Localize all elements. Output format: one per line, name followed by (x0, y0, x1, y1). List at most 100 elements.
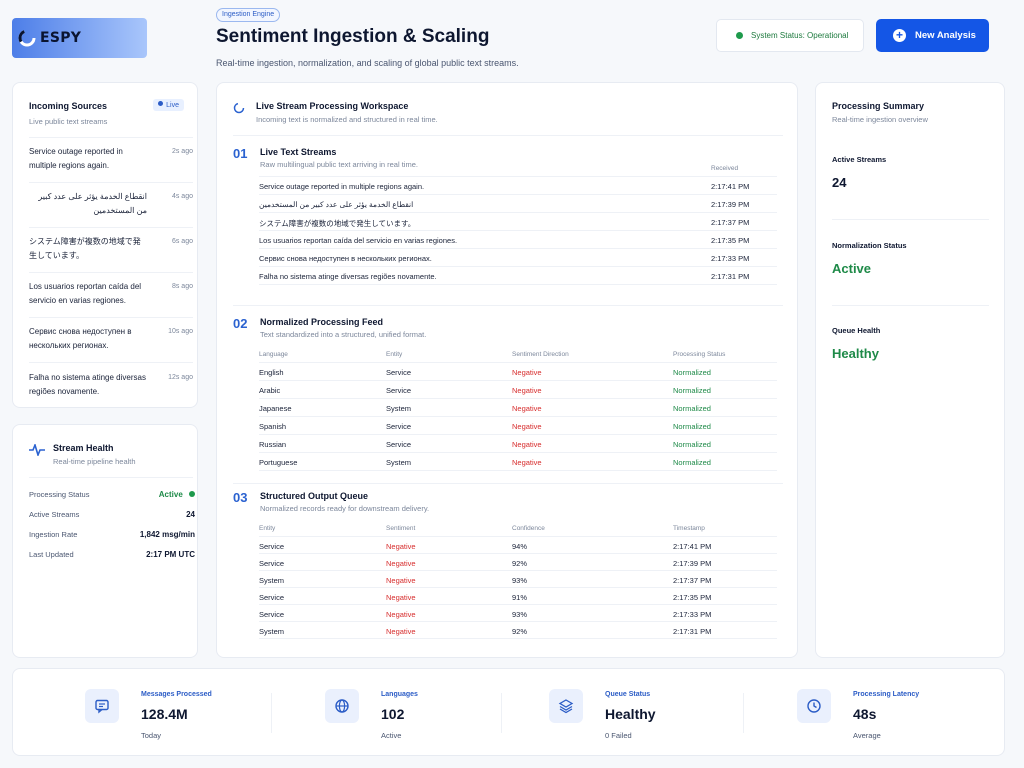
table-row[interactable]: English Service Negative Normalized (259, 363, 777, 381)
table-row[interactable]: Falha no sistema atinge diversas regiões… (259, 267, 777, 285)
divider (29, 227, 193, 228)
new-analysis-label: New Analysis (915, 30, 976, 41)
table-row[interactable]: システム障害が複数の地域で発生しています。 2:17:37 PM (259, 213, 777, 231)
stat-value: 128.4M (141, 706, 188, 722)
cell-entity: Service (386, 368, 412, 377)
stats-bar: Messages Processed 128.4M Today Language… (12, 668, 1005, 756)
table-row[interactable]: Japanese System Negative Normalized (259, 399, 777, 417)
brand-logo[interactable]: ESPY (12, 18, 147, 58)
source-item[interactable]: Service outage reported in multiple regi… (29, 145, 193, 173)
table-row[interactable]: Service outage reported in multiple regi… (259, 177, 777, 195)
table-row[interactable]: Service Negative 93% 2:17:33 PM (259, 605, 777, 622)
divider (29, 137, 193, 138)
cell-confidence: 93% (512, 610, 528, 619)
col-confidence: Confidence (512, 525, 545, 532)
source-item[interactable]: Los usuarios reportan caída del servicio… (29, 280, 193, 308)
status-dot-icon (189, 491, 195, 497)
table-header: Received (259, 163, 777, 177)
col-language: Language (259, 351, 288, 358)
divider (29, 477, 193, 478)
stat-sub: Active (381, 731, 402, 740)
cell-time: 2:17:37 PM (711, 218, 750, 227)
live-dot-icon (158, 101, 164, 106)
source-item[interactable]: Сервис снова недоступен в нескольких рег… (29, 325, 193, 353)
table-row[interactable]: System Negative 92% 2:17:31 PM (259, 622, 777, 639)
cell-sentiment: Negative (386, 627, 416, 636)
source-time: 4s ago (171, 193, 193, 200)
cell-status: Normalized (673, 458, 711, 467)
cell-sentiment: Negative (386, 542, 416, 551)
table-row[interactable]: Portuguese System Negative Normalized (259, 453, 777, 471)
divider (832, 219, 989, 220)
cell-timestamp: 2:17:31 PM (673, 627, 712, 636)
table-row[interactable]: Service Negative 92% 2:17:39 PM (259, 554, 777, 571)
kv-value: 2:17 PM UTC (146, 550, 195, 559)
source-item[interactable]: Falha no sistema atinge diversas regiões… (29, 371, 193, 399)
cell-entity: System (386, 404, 412, 413)
cell-timestamp: 2:17:35 PM (673, 593, 712, 602)
table-row[interactable]: Service Negative 94% 2:17:41 PM (259, 537, 777, 554)
cell-sentiment: Negative (512, 404, 542, 413)
loading-spinner-icon (233, 101, 245, 119)
stat-value: 102 (381, 706, 405, 722)
stat-label: Queue Status (605, 691, 651, 698)
divider (29, 362, 193, 363)
stream-health-panel: Stream Health Real-time pipeline health … (12, 424, 198, 658)
pulse-icon (29, 442, 45, 461)
section-number: 03 (233, 490, 248, 505)
cell-timestamp: 2:17:37 PM (673, 576, 712, 585)
cell-entity: Service (259, 542, 285, 551)
col-timestamp: Timestamp (673, 525, 705, 532)
source-time: 8s ago (171, 283, 193, 290)
cell-entity: Service (386, 386, 412, 395)
cell-sentiment: Negative (512, 368, 542, 377)
cell-language: Spanish (259, 422, 287, 431)
table-row[interactable]: Arabic Service Negative Normalized (259, 381, 777, 399)
active-streams-value: 24 (832, 175, 847, 190)
cell-timestamp: 2:17:33 PM (673, 610, 712, 619)
table-row[interactable]: Service Negative 91% 2:17:35 PM (259, 588, 777, 605)
cell-status: Normalized (673, 404, 711, 413)
cell-time: 2:17:41 PM (711, 182, 750, 191)
source-item[interactable]: システム障害が複数の地域で発生しています。 6s ago (29, 235, 193, 263)
globe-icon (325, 689, 359, 723)
cell-text: انقطاع الخدمة يؤثر على عدد كبير من المست… (259, 200, 414, 209)
table-row[interactable]: System Negative 93% 2:17:37 PM (259, 571, 777, 588)
ingestion-rate-row: Ingestion Rate 1,842 msg/min (29, 530, 195, 539)
table-row[interactable]: Сервис снова недоступен в нескольких рег… (259, 249, 777, 267)
kv-value: Active (158, 490, 183, 499)
cell-sentiment: Negative (386, 576, 416, 585)
source-text: Service outage reported in multiple regi… (29, 147, 123, 170)
cell-sentiment: Negative (512, 386, 542, 395)
divider (233, 483, 783, 484)
table-row[interactable]: Spanish Service Negative Normalized (259, 417, 777, 435)
cell-entity: System (259, 627, 285, 636)
cell-confidence: 92% (512, 627, 528, 636)
col-sentiment-direction: Sentiment Direction (512, 351, 569, 358)
clock-icon (797, 689, 831, 723)
new-analysis-button[interactable]: + New Analysis (876, 19, 989, 52)
processing-status-value: Active (159, 490, 195, 499)
plus-icon: + (893, 29, 906, 42)
cell-sentiment: Negative (512, 422, 542, 431)
kv-label: Ingestion Rate (29, 530, 78, 539)
status-dot-icon (736, 32, 743, 39)
divider (271, 693, 272, 733)
cell-confidence: 92% (512, 559, 528, 568)
divider (29, 272, 193, 273)
table-row[interactable]: Los usuarios reportan caída del servicio… (259, 231, 777, 249)
table-row[interactable]: Russian Service Negative Normalized (259, 435, 777, 453)
cell-entity: Service (259, 559, 285, 568)
source-text: Сервис снова недоступен в нескольких рег… (29, 327, 132, 350)
page-subtitle: Real-time ingestion, normalization, and … (216, 58, 519, 68)
cell-entity: Service (386, 422, 412, 431)
kv-label: Processing Status (29, 490, 90, 499)
source-item[interactable]: انقطاع الخدمة يؤثر على عدد كبير من المست… (29, 190, 193, 218)
kv-label: Last Updated (29, 550, 74, 559)
stat-value: 48s (853, 706, 877, 722)
message-icon (85, 689, 119, 723)
divider (501, 693, 502, 733)
cell-language: Japanese (259, 404, 292, 413)
divider (832, 305, 989, 306)
table-row[interactable]: انقطاع الخدمة يؤثر على عدد كبير من المست… (259, 195, 777, 213)
